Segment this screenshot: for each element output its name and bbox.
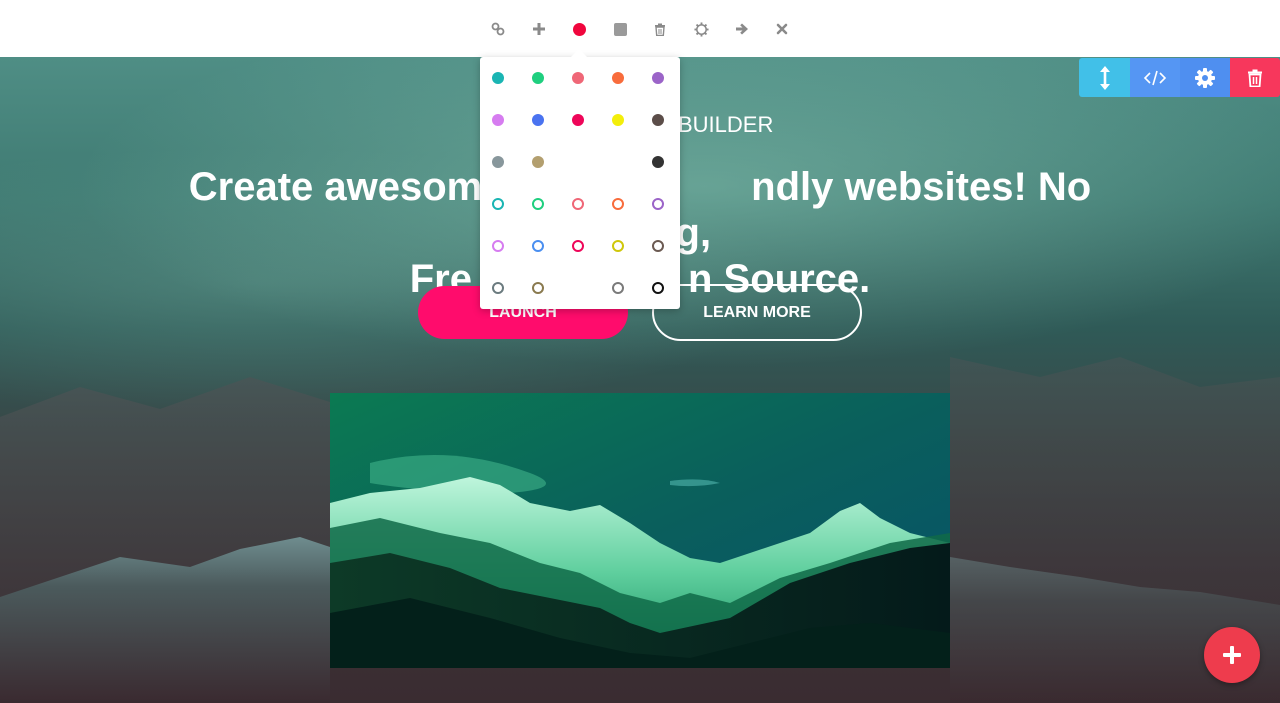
color-swatch-1-2[interactable] — [572, 114, 584, 126]
arrow-right-icon — [736, 23, 748, 35]
edit-code-button[interactable] — [1130, 58, 1180, 97]
outline-color-swatch-0-4[interactable] — [652, 198, 664, 210]
move-vertical-icon — [1099, 65, 1110, 90]
color-button[interactable] — [568, 18, 590, 40]
background-button[interactable] — [609, 18, 631, 40]
outline-color-swatch-0-1[interactable] — [532, 198, 544, 210]
trash-icon — [655, 23, 665, 36]
color-swatch-1-4[interactable] — [652, 114, 664, 126]
trash-icon — [1248, 69, 1262, 87]
outline-color-swatch-1-2[interactable] — [572, 240, 584, 252]
color-swatch-2-4[interactable] — [652, 156, 664, 168]
popover-arrow — [571, 49, 587, 57]
plus-icon — [533, 23, 545, 35]
add-section-fab[interactable] — [1204, 627, 1260, 683]
outline-color-swatch-2-0[interactable] — [492, 282, 504, 294]
outline-color-swatch-2-3[interactable] — [612, 282, 624, 294]
mountain-landscape-image — [330, 393, 950, 668]
color-swatch-0-4[interactable] — [652, 72, 664, 84]
color-picker-popover — [480, 49, 680, 309]
color-swatch-2-1[interactable] — [532, 156, 544, 168]
move-section-button[interactable] — [1079, 58, 1130, 97]
outline-color-swatch-0-3[interactable] — [612, 198, 624, 210]
gear-icon — [693, 21, 709, 37]
square-icon — [613, 22, 627, 36]
forward-button[interactable] — [731, 18, 753, 40]
editor-toolbar — [0, 0, 1280, 57]
outline-color-swatch-0-0[interactable] — [492, 198, 504, 210]
color-swatch-1-3[interactable] — [612, 114, 624, 126]
outline-color-swatch-2-4[interactable] — [652, 282, 664, 294]
color-swatch-0-2[interactable] — [572, 72, 584, 84]
color-swatch-0-0[interactable] — [492, 72, 504, 84]
outline-color-swatch-1-0[interactable] — [492, 240, 504, 252]
brand-logo-text: BUILDER — [678, 112, 774, 137]
learn-more-button-label: LEARN MORE — [703, 303, 811, 321]
add-button[interactable] — [528, 18, 550, 40]
color-swatch-0-3[interactable] — [612, 72, 624, 84]
outline-color-swatch-0-2[interactable] — [572, 198, 584, 210]
hero-feature-image — [330, 393, 950, 668]
delete-element-button[interactable] — [649, 18, 671, 40]
section-tools — [1079, 58, 1280, 97]
close-toolbar-button[interactable] — [771, 18, 793, 40]
outline-color-swatch-1-3[interactable] — [612, 240, 624, 252]
color-swatch-1-1[interactable] — [532, 114, 544, 126]
element-settings-button[interactable] — [690, 18, 712, 40]
color-swatch-0-1[interactable] — [532, 72, 544, 84]
learn-more-button[interactable]: LEARN MORE — [652, 284, 862, 341]
close-icon — [776, 23, 788, 35]
delete-section-button[interactable] — [1230, 58, 1280, 97]
color-swatch-2-0[interactable] — [492, 156, 504, 168]
plus-icon — [1223, 646, 1241, 664]
outline-color-swatch-1-1[interactable] — [532, 240, 544, 252]
outline-color-swatch-2-1[interactable] — [532, 282, 544, 294]
color-dot-icon — [572, 22, 586, 36]
link-button[interactable] — [487, 18, 509, 40]
code-icon — [1143, 70, 1167, 85]
link-icon — [491, 22, 505, 36]
gear-icon — [1195, 67, 1215, 88]
outline-color-swatch-1-4[interactable] — [652, 240, 664, 252]
section-settings-button[interactable] — [1180, 58, 1230, 97]
color-swatch-1-0[interactable] — [492, 114, 504, 126]
